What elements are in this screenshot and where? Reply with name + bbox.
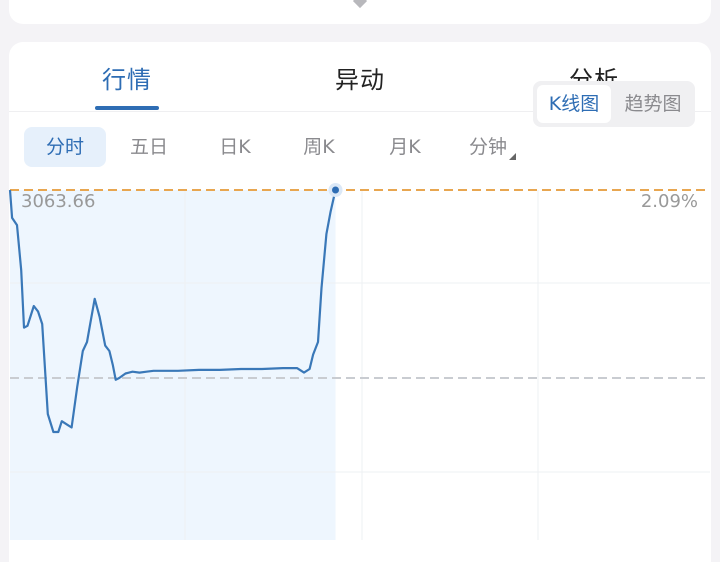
chart-canvas (8, 183, 710, 540)
chart-mode-toggle: K线图 趋势图 (533, 81, 695, 127)
top-price-label: 3063.66 (21, 191, 96, 212)
mode-trend-button[interactable]: 趋势图 (613, 85, 693, 123)
period-five-day[interactable]: 五日 (108, 127, 190, 167)
latest-point-marker (332, 186, 339, 194)
active-tab-indicator (95, 106, 159, 110)
tab-quotes[interactable]: 行情 (102, 60, 152, 95)
mode-kline-button[interactable]: K线图 (537, 85, 611, 123)
intraday-chart[interactable] (0, 180, 720, 540)
period-weekly-k[interactable]: 周K (281, 127, 356, 167)
period-minute[interactable]: 分钟 (447, 127, 529, 167)
elapsed-session-area (10, 190, 336, 540)
tab-alerts[interactable]: 异动 (335, 60, 385, 95)
minute-dropdown-icon[interactable] (509, 153, 516, 160)
period-intraday[interactable]: 分时 (23, 127, 107, 167)
top-pct-label: 2.09% (640, 191, 698, 212)
period-daily-k[interactable]: 日K (197, 127, 272, 167)
period-monthly-k[interactable]: 月K (367, 127, 442, 167)
